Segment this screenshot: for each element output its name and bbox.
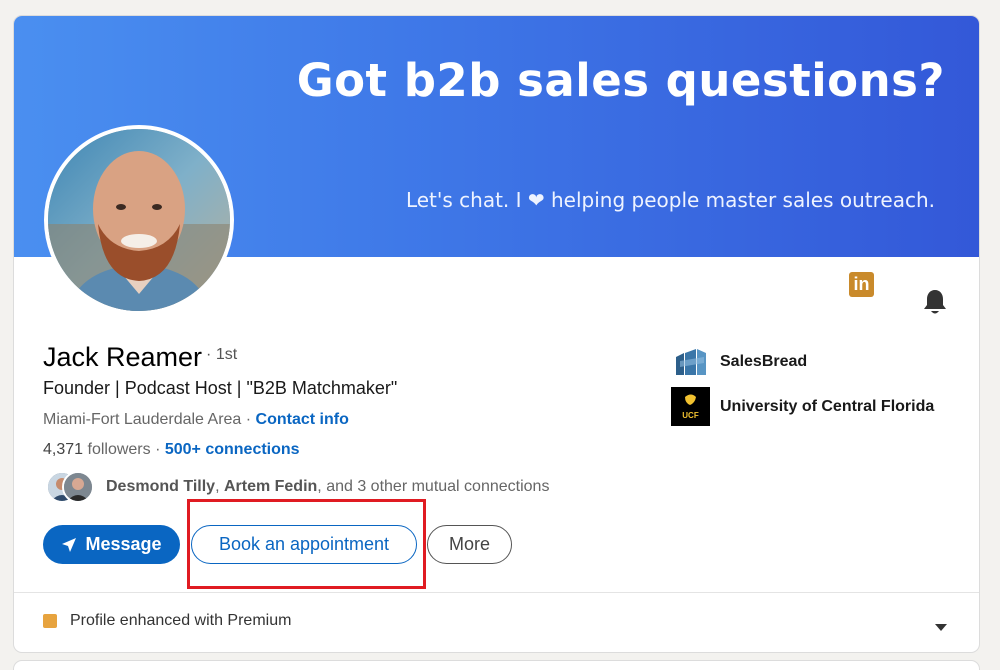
divider — [14, 592, 979, 593]
mutual-name-1: Desmond Tilly — [106, 478, 216, 495]
avatar-photo — [48, 129, 230, 311]
followers-label: followers — [83, 441, 151, 458]
followers-count: 4,371 — [43, 441, 84, 458]
send-icon — [62, 537, 77, 552]
banner-subtitle: Let's chat. I ❤ helping people master sa… — [405, 188, 935, 212]
school-item[interactable]: UCF University of Central Florida — [671, 387, 934, 426]
message-button[interactable]: Message — [43, 525, 180, 564]
name-row: Jack Reamer · 1st — [43, 342, 237, 373]
chevron-down-icon[interactable] — [934, 619, 948, 637]
mutual-avatar-2 — [62, 471, 94, 503]
book-appointment-button[interactable]: Book an appointment — [191, 525, 417, 564]
stats-separator: · — [150, 441, 165, 458]
bell-icon[interactable] — [922, 288, 948, 316]
connections-link[interactable]: 500+ connections — [165, 441, 300, 458]
connection-degree: · 1st — [206, 346, 238, 363]
premium-row[interactable]: Profile enhanced with Premium — [43, 612, 291, 630]
profile-name: Jack Reamer — [43, 342, 203, 372]
mutual-rest: , and 3 other mutual connections — [317, 478, 550, 495]
profile-card: Got b2b sales questions? Let's chat. I ❤… — [13, 15, 980, 653]
next-card — [13, 660, 980, 670]
ucf-logo-text: UCF — [682, 411, 699, 420]
stats-row: 4,371 followers · 500+ connections — [43, 441, 300, 459]
salesbread-logo-icon — [671, 342, 710, 381]
mutual-connections-text: Desmond Tilly, Artem Fedin, and 3 other … — [106, 478, 549, 496]
linkedin-icon[interactable]: in — [849, 272, 874, 297]
contact-info-link[interactable]: Contact info — [256, 411, 349, 428]
company-name: SalesBread — [720, 352, 808, 370]
ucf-logo-icon: UCF — [671, 387, 710, 426]
mutual-name-2: Artem Fedin — [223, 478, 318, 495]
company-item[interactable]: SalesBread — [671, 342, 807, 381]
profile-location: Miami-Fort Lauderdale Area — [43, 411, 242, 428]
profile-headline: Founder | Podcast Host | "B2B Matchmaker… — [43, 378, 398, 398]
school-name: University of Central Florida — [720, 397, 935, 415]
more-button[interactable]: More — [427, 525, 512, 564]
message-button-label: Message — [85, 534, 162, 554]
profile-avatar[interactable] — [44, 125, 234, 315]
premium-icon — [43, 614, 57, 628]
location-separator: · — [241, 411, 256, 428]
location-row: Miami-Fort Lauderdale Area · Contact inf… — [43, 411, 349, 429]
mutual-separator: , — [215, 478, 224, 495]
banner-title: Got b2b sales questions? — [296, 54, 945, 107]
premium-label: Profile enhanced with Premium — [70, 612, 292, 629]
